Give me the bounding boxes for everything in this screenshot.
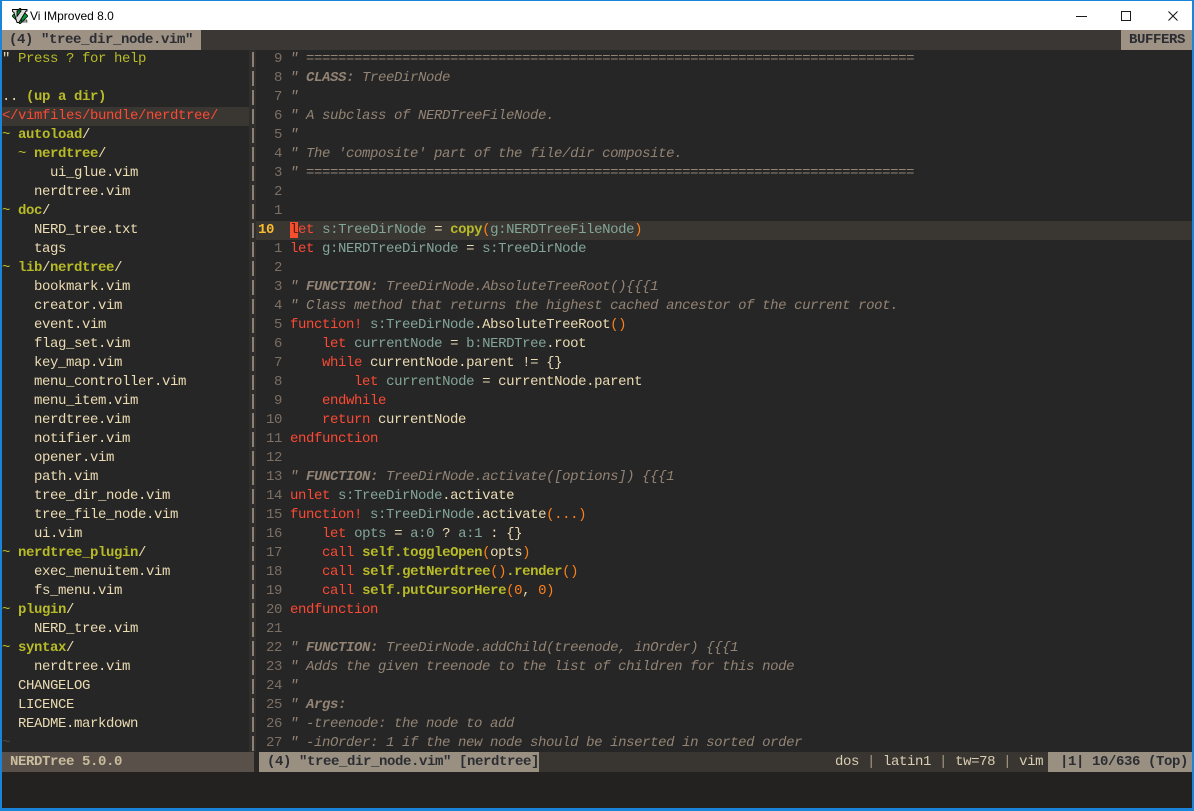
svg-text:im: im: [21, 18, 29, 25]
